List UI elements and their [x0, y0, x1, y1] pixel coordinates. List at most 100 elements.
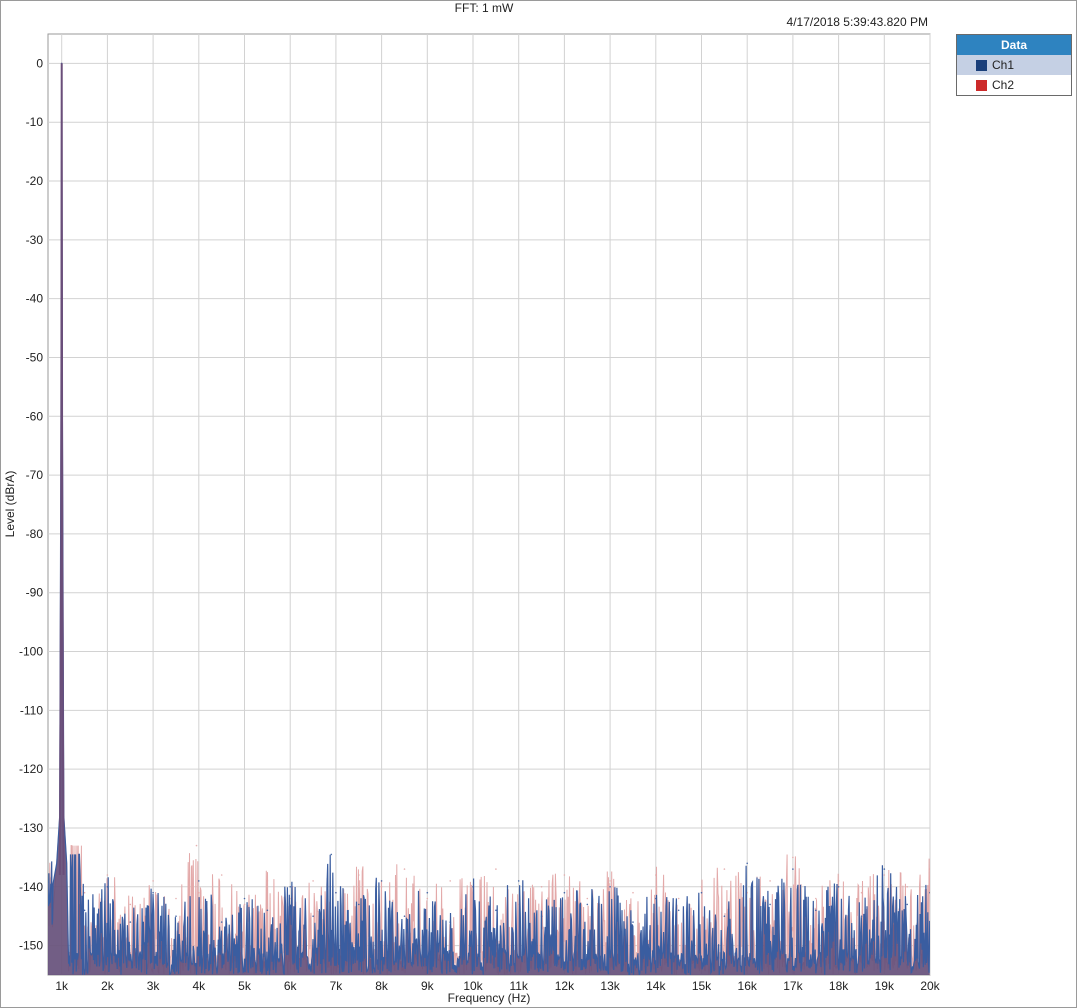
data-point-ch2 — [449, 880, 452, 882]
x-axis-label: Frequency (Hz) — [448, 991, 531, 1005]
data-point-ch2 — [175, 897, 177, 900]
data-point-ch2 — [723, 868, 726, 870]
data-point-ch1 — [335, 891, 337, 894]
y-tick-label: -150 — [19, 939, 43, 953]
data-point-ch2 — [358, 874, 360, 876]
data-point-ch1 — [586, 903, 589, 906]
data-point-ch1 — [792, 868, 794, 870]
x-tick-label: 8k — [375, 979, 389, 993]
data-point-ch2 — [152, 880, 154, 882]
y-tick-label: -50 — [26, 350, 44, 364]
data-point-ch1 — [358, 903, 360, 906]
x-tick-label: 2k — [101, 979, 115, 993]
x-tick-label: 6k — [284, 979, 298, 993]
data-point-ch1 — [632, 921, 634, 923]
legend-item-ch1[interactable]: Ch1 — [957, 55, 1071, 75]
data-point-ch2 — [220, 874, 223, 876]
data-point-ch2 — [815, 897, 817, 900]
y-tick-label: -30 — [26, 233, 44, 247]
y-tick-label: -10 — [26, 115, 44, 129]
x-tick-label: 18k — [829, 979, 849, 993]
y-tick-label: 0 — [36, 56, 43, 70]
data-point-ch1 — [449, 921, 452, 923]
y-tick-label: -100 — [19, 645, 43, 659]
data-point-ch1 — [723, 915, 726, 917]
data-point-ch1 — [220, 921, 223, 923]
data-point-ch1 — [677, 909, 680, 912]
y-tick-label: -130 — [19, 821, 43, 835]
data-point-ch2 — [769, 880, 771, 882]
data-point-ch1 — [312, 915, 314, 917]
legend-item-ch2[interactable]: Ch2 — [957, 75, 1071, 95]
x-tick-label: 14k — [646, 979, 666, 993]
y-tick-label: -80 — [26, 527, 44, 541]
x-tick-label: 1k — [55, 979, 69, 993]
data-point-ch1 — [769, 903, 771, 906]
x-tick-label: 16k — [738, 979, 758, 993]
x-tick-label: 7k — [330, 979, 344, 993]
data-point-ch1 — [655, 897, 657, 900]
y-tick-label: -60 — [26, 409, 44, 423]
data-point-ch2 — [792, 856, 794, 859]
data-point-ch1 — [152, 891, 154, 894]
x-tick-label: 13k — [600, 979, 620, 993]
chart-title: FFT: 1 mW — [455, 1, 514, 15]
data-point-ch2 — [312, 880, 314, 882]
data-point-ch2 — [195, 844, 198, 847]
data-point-ch1 — [906, 903, 908, 906]
data-point-ch2 — [129, 903, 132, 906]
legend-label-ch1: Ch1 — [992, 58, 1015, 72]
data-point-ch2 — [380, 886, 383, 888]
data-point-ch1 — [860, 915, 863, 917]
data-point-ch2 — [700, 886, 703, 888]
x-tick-label: 17k — [783, 979, 803, 993]
x-tick-label: 5k — [238, 979, 252, 993]
data-point-ch2 — [655, 874, 657, 876]
data-point-ch1 — [883, 868, 886, 870]
data-point-ch2 — [106, 874, 109, 876]
y-tick-label: -90 — [26, 586, 44, 600]
data-point-ch2 — [495, 868, 497, 870]
data-point-ch2 — [632, 891, 634, 894]
x-tick-label: 15k — [692, 979, 712, 993]
plot-area — [47, 33, 931, 976]
data-point-ch1 — [129, 921, 132, 923]
data-point-ch2 — [403, 868, 406, 870]
y-tick-label: -20 — [26, 174, 44, 188]
data-point-ch1 — [243, 897, 246, 900]
legend-swatch-ch2-icon — [976, 79, 987, 91]
data-point-ch1 — [106, 886, 109, 888]
legend-label-ch2: Ch2 — [992, 78, 1015, 92]
data-point-ch1 — [517, 880, 520, 882]
y-axis-label: Level (dBrA) — [3, 471, 17, 538]
x-tick-label: 4k — [192, 979, 206, 993]
data-point-ch1 — [83, 909, 86, 912]
y-tick-label: -140 — [19, 880, 43, 894]
data-point-ch1 — [609, 886, 611, 888]
data-point-ch1 — [495, 909, 497, 912]
y-tick-label: -110 — [20, 703, 43, 717]
data-point-ch1 — [289, 886, 292, 888]
data-point-ch2 — [883, 874, 886, 876]
data-point-ch2 — [677, 897, 680, 900]
data-point-ch2 — [198, 891, 200, 894]
data-point-ch1 — [403, 915, 406, 917]
data-point-ch1 — [175, 915, 177, 917]
legend-swatch-ch1-icon — [976, 59, 987, 71]
x-tick-label: 20k — [920, 979, 940, 993]
data-point-ch2 — [83, 891, 86, 894]
data-point-ch2 — [426, 897, 429, 900]
y-tick-label: -70 — [26, 468, 44, 482]
data-point-ch2 — [906, 886, 908, 888]
y-tick-label: -120 — [19, 762, 43, 776]
x-tick-label: 9k — [421, 979, 435, 993]
data-point-ch2 — [243, 903, 246, 906]
data-point-ch2 — [266, 880, 269, 882]
y-tick-label: -40 — [26, 292, 44, 306]
data-point-ch2 — [860, 891, 863, 894]
chart-svg: FFT: 1 mW 4/17/2018 5:39:43.820 PM AP 0-… — [3, 1, 941, 1005]
data-point-ch1 — [380, 880, 383, 882]
data-point-ch2 — [540, 886, 543, 888]
data-point-ch1 — [472, 886, 474, 888]
data-point-ch1 — [563, 891, 566, 894]
